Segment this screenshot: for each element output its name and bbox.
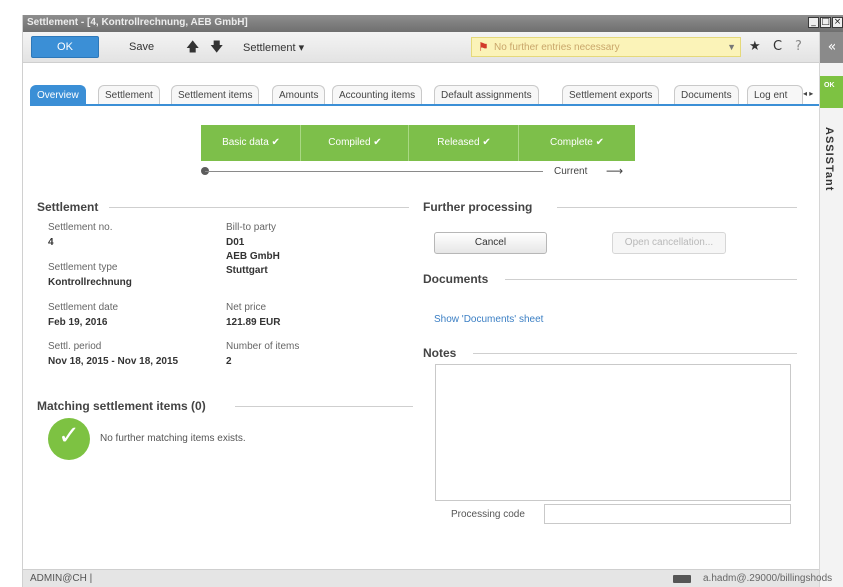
collapse-assistant-button[interactable]: « <box>820 32 843 63</box>
tab-accounting-items[interactable]: Accounting items <box>332 85 423 104</box>
cancel-button[interactable]: Cancel <box>434 232 547 254</box>
minimize-icon[interactable]: _ <box>808 17 819 28</box>
star-icon[interactable]: ★ <box>749 39 761 54</box>
net-price-value: 121.89 EUR <box>226 317 281 328</box>
settlement-window: Settlement - [4, Kontrollrechnung, AEB G… <box>22 15 843 587</box>
settlement-date-label: Settlement date <box>48 302 119 313</box>
save-button[interactable]: Save <box>129 41 154 53</box>
bill-to-name: AEB GmbH <box>226 251 280 262</box>
further-processing-title: Further processing <box>423 200 533 214</box>
settlement-type-label: Settlement type <box>48 262 118 273</box>
divider <box>557 207 797 208</box>
tab-bar: Overview Settlement Settlement items Amo… <box>30 85 819 106</box>
refresh-icon[interactable]: C <box>773 39 782 54</box>
chevron-down-icon[interactable]: ▼ <box>727 42 736 52</box>
documents-title: Documents <box>423 272 489 286</box>
user-label: ADMIN@CH | <box>30 573 93 584</box>
divider <box>505 279 797 280</box>
net-price-label: Net price <box>226 302 267 313</box>
step-complete: Complete ✔ <box>518 125 635 161</box>
toolbar: OK Save 🡅 🡇 Settlement ▾ ⚑ No further en… <box>23 32 819 63</box>
current-label: Current <box>554 166 588 177</box>
tab-documents[interactable]: Documents <box>674 85 739 104</box>
tab-settlement-exports[interactable]: Settlement exports <box>562 85 660 104</box>
processing-code-input[interactable] <box>544 504 791 524</box>
check-circle-icon: ✓ <box>48 418 90 460</box>
arrow-down-icon[interactable]: 🡇 <box>210 38 223 60</box>
tab-amounts[interactable]: Amounts <box>272 85 326 104</box>
notice-text: No further entries necessary <box>494 42 620 53</box>
divider <box>109 207 409 208</box>
divider <box>473 353 797 354</box>
tab-settlement-items[interactable]: Settlement items <box>171 85 260 104</box>
settlement-menu[interactable]: Settlement ▾ <box>243 41 304 54</box>
status-bar: ADMIN@CH | a.hadm@.29000/billingshods <box>23 569 832 587</box>
tab-settlement[interactable]: Settlement <box>98 85 160 104</box>
settlement-type-value: Kontrollrechnung <box>48 277 132 288</box>
matching-section-title: Matching settlement items (0) <box>37 399 206 413</box>
notice-field[interactable]: ⚑ No further entries necessary ▼ <box>471 37 741 57</box>
keyboard-icon <box>673 575 691 583</box>
bill-to-city: Stuttgart <box>226 265 268 276</box>
items-count-label: Number of items <box>226 341 300 352</box>
title-bar[interactable]: Settlement - [4, Kontrollrechnung, AEB G… <box>23 15 843 32</box>
server-label: a.hadm@.29000/billingshods <box>703 573 833 584</box>
step-basic-data: Basic data ✔ <box>201 125 301 161</box>
tab-default-assignments[interactable]: Default assignments <box>434 85 539 104</box>
tab-scroll-icon[interactable]: ◂ ▸ <box>803 89 813 98</box>
notes-textarea[interactable] <box>435 364 791 501</box>
step-released: Released ✔ <box>408 125 519 161</box>
assistant-label[interactable]: ASSISTant <box>823 127 835 191</box>
bill-to-code: D01 <box>226 237 245 248</box>
help-icon[interactable]: ? <box>795 39 802 54</box>
settlement-section-title: Settlement <box>37 200 99 214</box>
divider <box>235 406 413 407</box>
settlement-period-value: Nov 18, 2015 - Nov 18, 2015 <box>48 356 179 367</box>
settlement-date-value: Feb 19, 2016 <box>48 317 108 328</box>
settlement-period-label: Settl. period <box>48 341 102 352</box>
arrow-up-icon[interactable]: 🡅 <box>186 38 199 60</box>
bill-to-label: Bill-to party <box>226 222 277 233</box>
assistant-panel: « OK ASSISTant <box>819 32 843 587</box>
close-icon[interactable]: × <box>832 17 843 28</box>
matching-message: No further matching items exists. <box>100 433 246 444</box>
step-compiled: Compiled ✔ <box>300 125 409 161</box>
progress-track <box>205 171 543 172</box>
processing-code-label: Processing code <box>451 509 525 520</box>
status-steps: Basic data ✔ Compiled ✔ Released ✔ Compl… <box>201 125 635 161</box>
show-documents-link[interactable]: Show 'Documents' sheet <box>434 314 543 325</box>
arrow-right-icon: ⟶ <box>606 164 624 178</box>
items-count-value: 2 <box>226 356 232 367</box>
open-cancellation-button[interactable]: Open cancellation... <box>612 232 726 254</box>
flag-icon: ⚑ <box>478 40 489 54</box>
tab-log-entries[interactable]: Log ent <box>747 85 803 104</box>
tab-overview[interactable]: Overview <box>30 85 86 104</box>
notes-title: Notes <box>423 346 457 360</box>
assistant-badge: OK <box>820 76 843 108</box>
settlement-no-value: 4 <box>48 237 54 248</box>
maximize-icon[interactable]: □ <box>820 17 831 28</box>
ok-button[interactable]: OK <box>31 36 99 58</box>
settlement-no-label: Settlement no. <box>48 222 113 233</box>
window-title: Settlement - [4, Kontrollrechnung, AEB G… <box>27 17 248 28</box>
